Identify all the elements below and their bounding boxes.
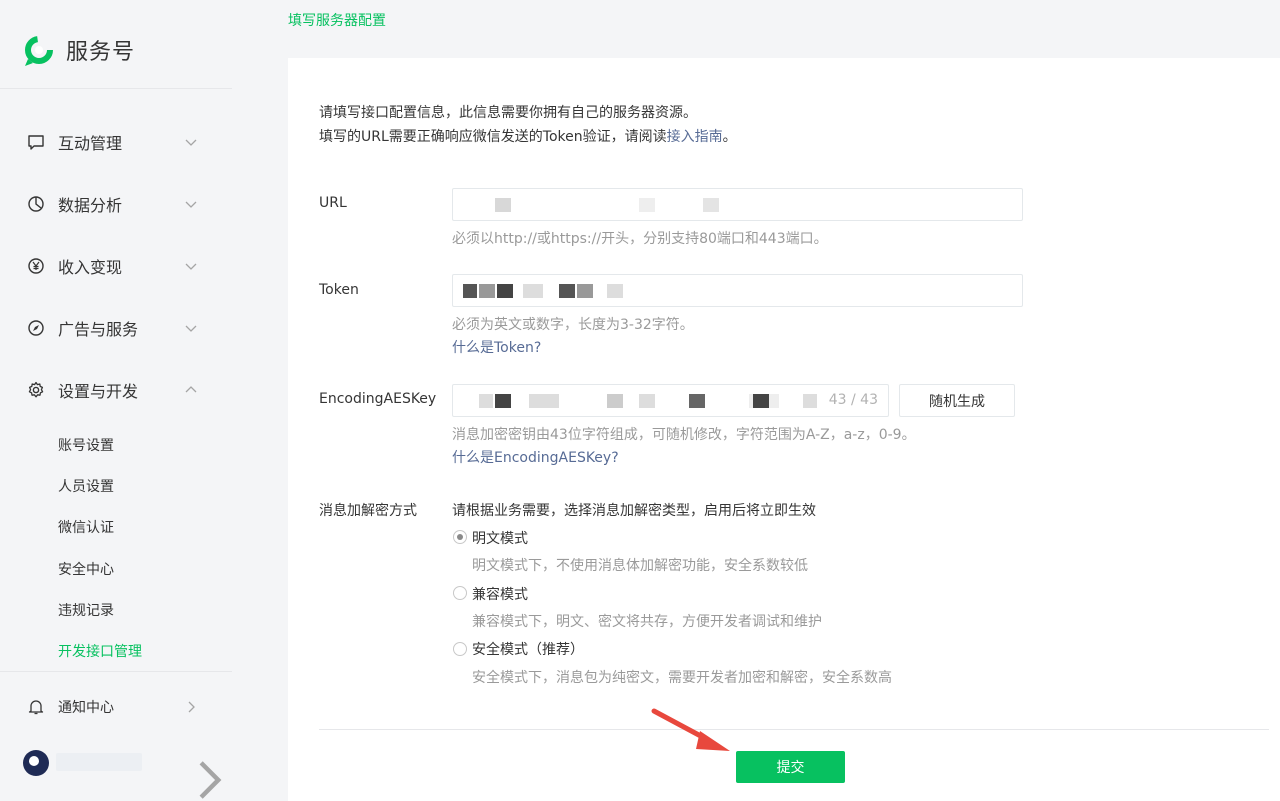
- chevron-down-icon: [185, 263, 197, 270]
- intro-line-1: 请填写接口配置信息，此信息需要你拥有自己的服务器资源。: [319, 105, 697, 121]
- sidebar-item-label: 收入变现: [58, 258, 123, 277]
- token-hint: 必须为英文或数字，长度为3-32字符。: [452, 317, 694, 333]
- chevron-right-icon: [188, 701, 195, 713]
- url-hint: 必须以http://或https://开头，分别支持80端口和443端口。: [452, 231, 828, 247]
- sidebar-item-settings-dev[interactable]: 设置与开发: [0, 370, 232, 410]
- radio-desc: 安全模式下，消息包为纯密文，需要开发者加密和解密，安全系数高: [472, 670, 892, 686]
- masked-text: [559, 284, 575, 298]
- intro-text: 请填写接口配置信息，此信息需要你拥有自己的服务器资源。 填写的URL需要正确响应…: [319, 101, 737, 149]
- masked-text: [639, 394, 655, 408]
- chevron-right-icon: [199, 761, 222, 799]
- annotation-arrow-icon: [651, 708, 730, 751]
- sidebar-item-label: 通知中心: [58, 700, 114, 716]
- aeskey-input[interactable]: 43 / 43: [452, 384, 889, 417]
- token-label: Token: [319, 282, 359, 298]
- form-divider: [319, 729, 1269, 730]
- pie-chart-icon: [26, 194, 46, 214]
- encrypt-mode-intro: 请根据业务需要，选择消息加解密类型，启用后将立即生效: [452, 503, 816, 519]
- masked-text: [529, 394, 559, 408]
- aeskey-counter: 43 / 43: [828, 392, 878, 408]
- encrypt-mode-label: 消息加解密方式: [319, 503, 417, 519]
- aeskey-label: EncodingAESKey: [319, 391, 437, 407]
- breadcrumb: 填写服务器配置: [288, 13, 386, 29]
- sidebar: 服务号 互动管理 数据分析 收入变现 广告与服务 设置与开发 账号设置 人员设置…: [0, 0, 288, 801]
- masked-text: [463, 284, 477, 298]
- sidebar-item-label: 互动管理: [58, 134, 123, 153]
- masked-text: [803, 394, 817, 408]
- masked-text: [495, 198, 511, 212]
- masked-text: [497, 284, 513, 298]
- generate-random-button[interactable]: 随机生成: [899, 384, 1015, 417]
- masked-text: [479, 394, 493, 408]
- masked-text: [479, 284, 495, 298]
- sidebar-item-label: 数据分析: [58, 196, 123, 215]
- radio-label[interactable]: 安全模式（推荐）: [472, 639, 584, 659]
- radio-desc: 兼容模式下，明文、密文将共存，方便开发者调试和维护: [472, 614, 822, 630]
- sidebar-item-interaction[interactable]: 互动管理: [0, 122, 232, 162]
- chevron-up-icon: [185, 386, 197, 393]
- access-guide-link[interactable]: 接入指南: [667, 129, 723, 145]
- sidebar-subitem-security-center[interactable]: 安全中心: [58, 559, 114, 579]
- compass-icon: [26, 318, 46, 338]
- account-name-masked: [56, 753, 142, 771]
- submit-button[interactable]: 提交: [736, 751, 845, 783]
- masked-text: [689, 394, 705, 408]
- masked-text: [607, 284, 623, 298]
- gear-icon: [26, 380, 46, 400]
- wechat-service-logo-icon: [25, 36, 53, 66]
- intro-line-2-text: 填写的URL需要正确响应微信发送的Token验证，请阅读: [319, 129, 667, 145]
- masked-text: [577, 284, 593, 298]
- what-is-token-link[interactable]: 什么是Token?: [452, 337, 541, 357]
- bell-icon: [26, 697, 46, 717]
- what-is-aeskey-link[interactable]: 什么是EncodingAESKey?: [452, 447, 619, 467]
- url-input[interactable]: [452, 188, 1023, 221]
- radio-secure[interactable]: [453, 642, 467, 656]
- masked-text: [607, 394, 623, 408]
- intro-line-2-suffix: 。: [722, 129, 737, 145]
- chevron-down-icon: [185, 139, 197, 146]
- radio-desc: 明文模式下，不使用消息体加解密功能，安全系数较低: [472, 558, 808, 574]
- sidebar-item-ads[interactable]: 广告与服务: [0, 308, 232, 348]
- masked-text: [523, 284, 543, 298]
- sidebar-divider: [0, 671, 232, 672]
- radio-label[interactable]: 明文模式: [472, 528, 528, 548]
- sidebar-item-analytics[interactable]: 数据分析: [0, 184, 232, 224]
- sidebar-subitem-member-settings[interactable]: 人员设置: [58, 476, 114, 496]
- aeskey-hint: 消息加密密钥由43位字符组成，可随机修改，字符范围为A-Z，a-z，0-9。: [452, 427, 916, 443]
- sidebar-subitem-violation-records[interactable]: 违规记录: [58, 600, 114, 620]
- token-input[interactable]: [452, 274, 1023, 307]
- sidebar-item-label: 广告与服务: [58, 320, 139, 339]
- radio-label[interactable]: 兼容模式: [472, 584, 528, 604]
- masked-text: [495, 394, 511, 408]
- masked-text: [753, 394, 769, 408]
- sidebar-subitem-dev-interface[interactable]: 开发接口管理: [58, 641, 142, 661]
- brand[interactable]: 服务号: [22, 33, 135, 67]
- yen-icon: [26, 256, 46, 276]
- chevron-down-icon: [185, 325, 197, 332]
- sidebar-item-monetization[interactable]: 收入变现: [0, 246, 232, 286]
- account-switcher[interactable]: [0, 743, 232, 799]
- masked-text: [703, 198, 719, 212]
- message-icon: [26, 132, 46, 152]
- sidebar-divider: [0, 88, 232, 89]
- radio-compatible[interactable]: [453, 586, 467, 600]
- intro-line-2: 填写的URL需要正确响应微信发送的Token验证，请阅读接入指南。: [319, 125, 737, 149]
- chevron-down-icon: [185, 201, 197, 208]
- sidebar-item-notifications[interactable]: 通知中心: [0, 687, 232, 727]
- sidebar-subitem-account-settings[interactable]: 账号设置: [58, 435, 114, 455]
- url-label: URL: [319, 195, 347, 211]
- brand-name: 服务号: [66, 40, 136, 65]
- sidebar-item-label: 设置与开发: [58, 382, 139, 401]
- avatar: [23, 750, 49, 776]
- masked-text: [639, 198, 655, 212]
- radio-plaintext[interactable]: [453, 530, 467, 544]
- sidebar-subitem-wechat-verification[interactable]: 微信认证: [58, 517, 114, 537]
